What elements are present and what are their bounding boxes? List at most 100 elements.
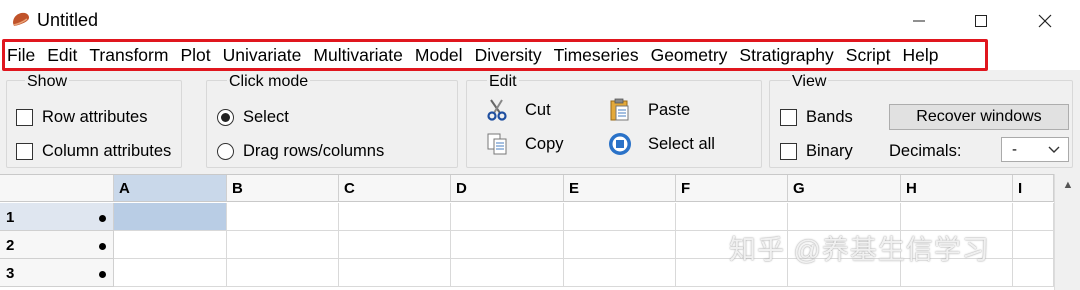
copy-label: Copy: [525, 134, 564, 153]
grid-cell[interactable]: [339, 203, 451, 231]
drag-mode-option[interactable]: Drag rows/columns: [217, 142, 384, 161]
decimals-value: -: [1012, 141, 1017, 158]
column-header-c[interactable]: C: [339, 175, 451, 202]
grid-cell[interactable]: [901, 203, 1013, 231]
grid-cell[interactable]: [114, 203, 227, 231]
row-marker-dot: [99, 243, 106, 250]
chevron-down-icon: [1048, 146, 1060, 153]
grid-cell[interactable]: [227, 203, 339, 231]
grid-cell[interactable]: [114, 259, 227, 287]
menu-multivariate[interactable]: Multivariate: [313, 45, 402, 66]
maximize-button[interactable]: [958, 6, 1004, 36]
bands-checkbox[interactable]: [780, 109, 797, 126]
grid-cell[interactable]: [1013, 203, 1054, 231]
paste-label: Paste: [648, 100, 691, 119]
grid-cell[interactable]: [564, 259, 676, 287]
binary-option[interactable]: Binary: [780, 142, 853, 161]
menu-items: File Edit Transform Plot Univariate Mult…: [7, 45, 951, 66]
app-icon: [13, 12, 29, 26]
menu-stratigraphy[interactable]: Stratigraphy: [739, 45, 833, 66]
grid-cell[interactable]: [676, 203, 788, 231]
grid-cell[interactable]: [227, 231, 339, 259]
copy-button[interactable]: Copy: [485, 132, 564, 156]
row-header-2[interactable]: 2: [0, 231, 114, 259]
row-number: 2: [6, 237, 15, 254]
close-icon: [1038, 14, 1052, 28]
select-all-button[interactable]: Select all: [608, 132, 715, 156]
row-number: 1: [6, 209, 15, 226]
menu-model[interactable]: Model: [415, 45, 463, 66]
grid-cell[interactable]: [451, 259, 564, 287]
recover-windows-button[interactable]: Recover windows: [889, 104, 1069, 130]
menu-geometry[interactable]: Geometry: [651, 45, 728, 66]
column-attributes-option[interactable]: Column attributes: [16, 142, 171, 161]
show-group-label: Show: [25, 73, 70, 91]
cut-button[interactable]: Cut: [485, 98, 551, 122]
close-button[interactable]: [1022, 6, 1068, 36]
cut-label: Cut: [525, 100, 551, 119]
scissors-icon: [485, 98, 509, 122]
view-group-label: View: [790, 73, 829, 91]
row-header-3[interactable]: 3: [0, 259, 114, 287]
column-header-h[interactable]: H: [901, 175, 1013, 202]
minimize-button[interactable]: [896, 6, 942, 36]
vertical-scrollbar[interactable]: ▲: [1054, 174, 1080, 290]
row-number: 3: [6, 265, 15, 282]
select-all-label: Select all: [648, 134, 715, 153]
grid-cell[interactable]: [114, 231, 227, 259]
column-header-b[interactable]: B: [227, 175, 339, 202]
column-attributes-label: Column attributes: [42, 142, 172, 160]
bands-label: Bands: [806, 108, 853, 126]
binary-checkbox[interactable]: [780, 143, 797, 160]
column-header-e[interactable]: E: [564, 175, 676, 202]
grid-cell[interactable]: [339, 259, 451, 287]
grid-cell[interactable]: [788, 203, 901, 231]
row-attributes-checkbox[interactable]: [16, 109, 33, 126]
row-header-1[interactable]: 1: [0, 203, 114, 231]
paste-button[interactable]: Paste: [608, 98, 690, 122]
column-header-i[interactable]: I: [1013, 175, 1054, 202]
menu-file[interactable]: File: [7, 45, 35, 66]
column-attributes-checkbox[interactable]: [16, 143, 33, 160]
radio-selected-dot: [221, 113, 230, 122]
maximize-icon: [975, 15, 987, 27]
grid-cell[interactable]: [451, 203, 564, 231]
show-group: Show Row attributes Column attributes: [6, 73, 182, 168]
column-header-a[interactable]: A: [114, 175, 227, 202]
row-attributes-option[interactable]: Row attributes: [16, 108, 147, 127]
copy-icon: [485, 132, 509, 156]
menu-timeseries[interactable]: Timeseries: [554, 45, 639, 66]
menu-edit[interactable]: Edit: [47, 45, 77, 66]
bands-option[interactable]: Bands: [780, 108, 853, 127]
grid-cell[interactable]: [227, 259, 339, 287]
select-mode-radio[interactable]: [217, 109, 234, 126]
view-group: View Bands Binary Recover windows Decima…: [769, 73, 1073, 168]
menu-diversity[interactable]: Diversity: [475, 45, 542, 66]
grid-cell[interactable]: [564, 231, 676, 259]
click-mode-group: Click mode Select Drag rows/columns: [206, 73, 458, 168]
title-bar: Untitled: [0, 0, 1080, 40]
decimals-label: Decimals:: [889, 142, 962, 160]
decimals-select[interactable]: -: [1001, 137, 1069, 162]
drag-mode-radio[interactable]: [217, 143, 234, 160]
menu-univariate[interactable]: Univariate: [223, 45, 302, 66]
menu-script[interactable]: Script: [846, 45, 891, 66]
row-marker-dot: [99, 271, 106, 278]
grid-cell[interactable]: [339, 231, 451, 259]
grid-cell[interactable]: [1013, 259, 1054, 287]
scroll-up-arrow-icon[interactable]: ▲: [1055, 174, 1080, 196]
menu-transform[interactable]: Transform: [89, 45, 168, 66]
menu-help[interactable]: Help: [903, 45, 939, 66]
grid-cell[interactable]: [451, 231, 564, 259]
edit-group: Edit Cut Copy Paste Select all: [466, 73, 762, 168]
grid-cell[interactable]: [564, 203, 676, 231]
grid-cell[interactable]: [1013, 231, 1054, 259]
column-header-d[interactable]: D: [451, 175, 564, 202]
column-header-f[interactable]: F: [676, 175, 788, 202]
click-mode-label: Click mode: [227, 73, 311, 91]
select-mode-option[interactable]: Select: [217, 108, 289, 127]
grid-corner[interactable]: [0, 175, 114, 202]
watermark-text: 知乎 @养基生信学习: [729, 235, 990, 265]
menu-plot[interactable]: Plot: [180, 45, 210, 66]
column-header-g[interactable]: G: [788, 175, 901, 202]
